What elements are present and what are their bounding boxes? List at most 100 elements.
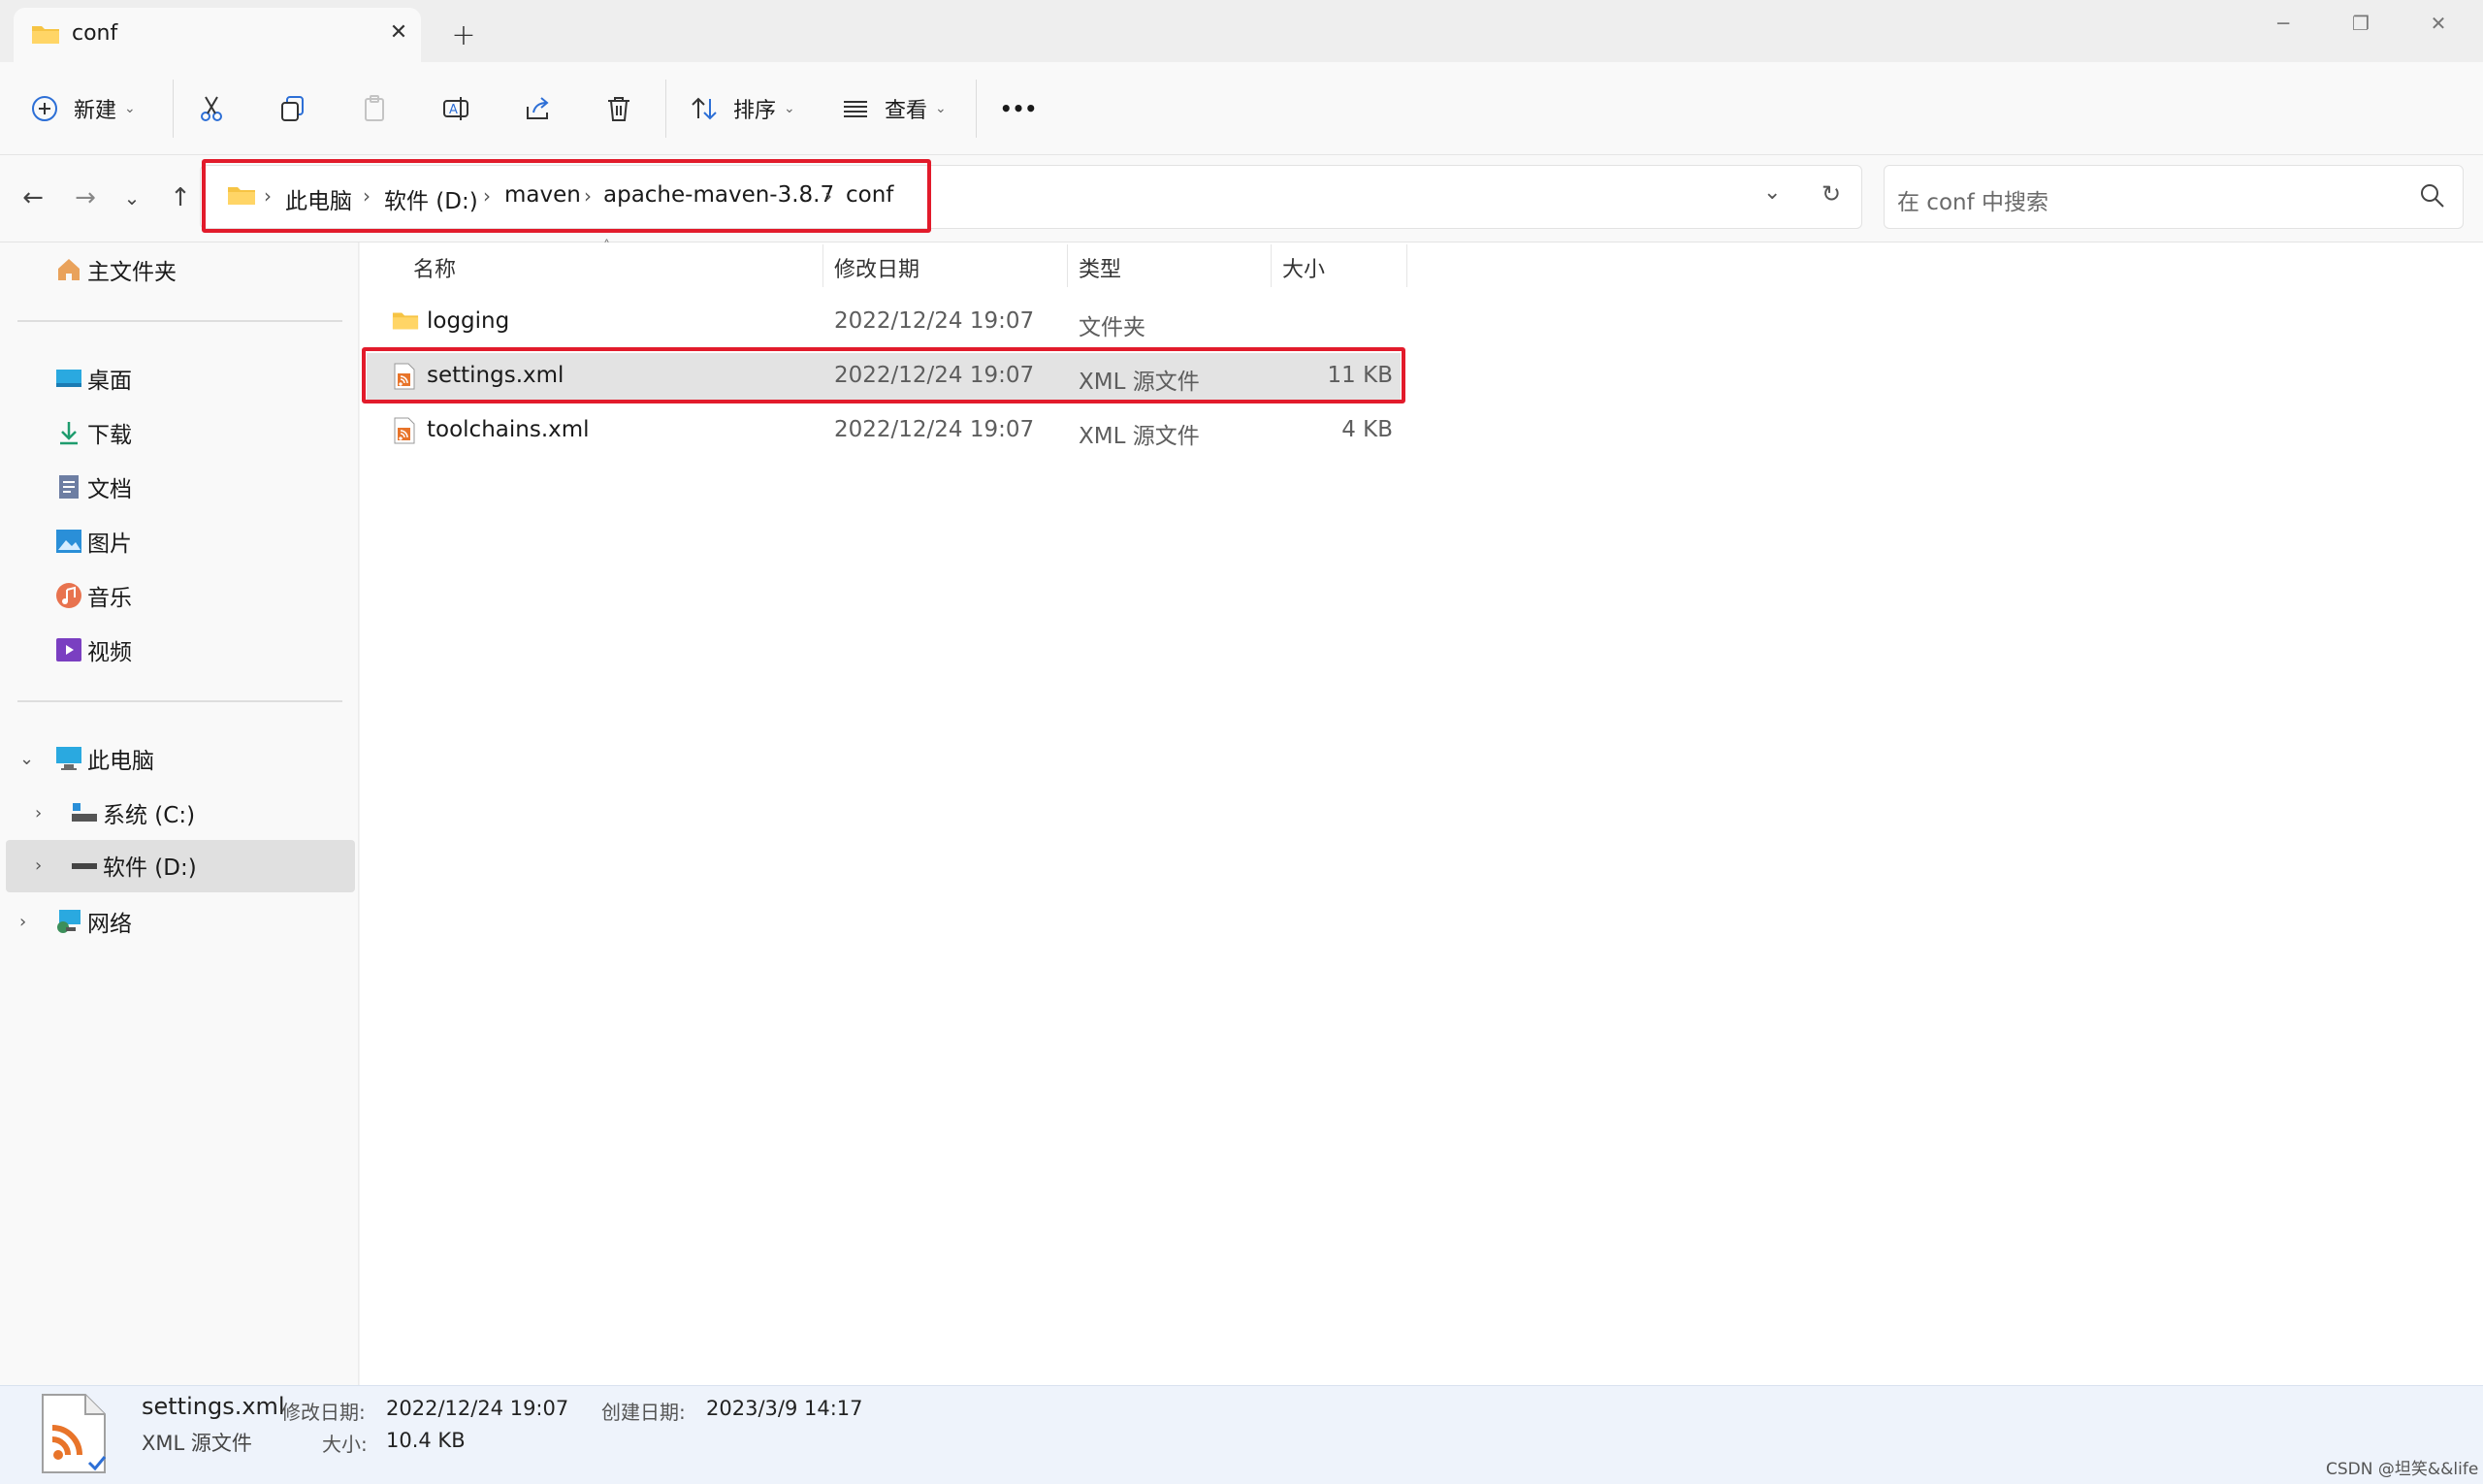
back-button[interactable]: ← [14, 178, 52, 217]
search-icon[interactable] [2419, 182, 2446, 210]
file-name[interactable]: logging [427, 308, 509, 334]
details-size-label: 大小: [322, 1433, 368, 1456]
column-header-modified[interactable]: 修改日期 [834, 252, 919, 283]
chevron-right-icon[interactable]: › [19, 912, 54, 932]
file-size: 4 KB [1341, 417, 1393, 442]
file-type: XML 源文件 [1079, 424, 1200, 449]
sidebar-item-label: 音乐 [87, 586, 132, 611]
sidebar-item-music[interactable]: 音乐 📌 [54, 572, 403, 619]
sidebar-item-network[interactable]: › 网络 [19, 898, 132, 945]
search-input[interactable]: 在 conf 中搜索 [1897, 183, 2048, 216]
arrow-left-icon: ← [22, 183, 44, 212]
refresh-icon[interactable]: ↻ [1822, 180, 1841, 208]
sort-button[interactable]: 排序 ⌄ [689, 89, 805, 128]
tab-conf[interactable]: conf ✕ [14, 8, 421, 62]
system-drive-icon [70, 798, 99, 827]
column-header-type[interactable]: 类型 [1079, 252, 1121, 283]
home-icon [54, 255, 83, 284]
toolbar-divider [173, 80, 174, 138]
desktop-icon [54, 364, 83, 393]
file-name[interactable]: toolchains.xml [427, 417, 590, 442]
arrow-right-icon: → [75, 183, 96, 212]
new-label: 新建 [74, 99, 117, 123]
recent-locations-button[interactable]: ⌄ [113, 178, 151, 217]
column-divider[interactable] [1067, 244, 1068, 287]
delete-button[interactable] [599, 89, 638, 128]
xml-file-large-icon [42, 1394, 107, 1473]
sidebar-item-label: 视频 [87, 640, 132, 665]
sidebar-item-label: 桌面 [87, 369, 132, 394]
chevron-right-icon[interactable]: › [35, 803, 70, 823]
chevron-down-icon: ⌄ [935, 101, 947, 116]
network-icon [54, 907, 83, 936]
sidebar-item-drive-d[interactable]: › 软件 (D:) [35, 842, 197, 888]
xml-file-icon [394, 417, 415, 444]
details-bar [0, 1385, 2483, 1484]
sidebar-item-label: 软件 (D:) [103, 855, 197, 881]
picture-icon [54, 527, 83, 556]
watermark: CSDN @坦笑&&life [2326, 1460, 2479, 1479]
sidebar-item-this-pc[interactable]: ⌄ 此电脑 [19, 735, 154, 782]
sidebar-item-documents[interactable]: 文档 📌 [54, 464, 403, 510]
sidebar-item-pictures[interactable]: 图片 📌 [54, 518, 403, 565]
file-modified: 2022/12/24 19:07 [834, 417, 1035, 442]
sort-icon [692, 97, 717, 120]
cut-button[interactable] [192, 89, 231, 128]
tab-close-icon[interactable]: ✕ [384, 17, 413, 47]
chevron-down-icon[interactable]: ⌄ [19, 749, 54, 769]
new-button[interactable]: 新建 ⌄ [29, 89, 155, 128]
restore-button[interactable]: ❐ [2332, 4, 2390, 43]
column-header-size[interactable]: 大小 [1282, 252, 1325, 283]
sidebar-divider [17, 700, 342, 702]
sidebar-item-desktop[interactable]: 桌面 📌 [54, 355, 403, 402]
folder-icon [392, 312, 419, 330]
tab-title: conf [72, 21, 118, 46]
share-icon [527, 97, 549, 119]
trash-icon [608, 97, 629, 121]
rename-icon: A [443, 97, 468, 120]
column-divider[interactable] [822, 244, 823, 287]
clipboard-icon [365, 95, 384, 121]
file-modified: 2022/12/24 19:07 [834, 308, 1035, 334]
rename-button[interactable]: A [436, 89, 475, 128]
chevron-right-icon[interactable]: › [35, 855, 70, 876]
view-button[interactable]: 查看 ⌄ [840, 89, 956, 128]
column-header-name[interactable]: 名称 [413, 252, 456, 283]
details-type: XML 源文件 [142, 1432, 252, 1455]
forward-button[interactable]: → [66, 178, 105, 217]
sidebar-item-label: 此电脑 [87, 749, 154, 774]
address-history-dropdown[interactable]: ⌄ [1763, 180, 1781, 205]
up-button[interactable]: ↑ [161, 178, 200, 217]
share-button[interactable] [518, 89, 557, 128]
row-highlight-box [362, 347, 1405, 403]
scissors-icon [201, 96, 222, 121]
sidebar-item-label: 主文件夹 [87, 260, 177, 285]
sidebar-item-label: 下载 [87, 423, 132, 448]
details-modified-value: 2022/12/24 19:07 [386, 1397, 569, 1420]
file-type: 文件夹 [1079, 315, 1145, 340]
sidebar-item-label: 网络 [87, 912, 132, 937]
computer-icon [54, 744, 83, 773]
chevron-down-icon: ⌄ [124, 101, 136, 116]
sidebar-item-home[interactable]: 主文件夹 [54, 246, 177, 293]
minimize-button[interactable]: ─ [2254, 4, 2312, 43]
close-window-button[interactable]: ✕ [2409, 4, 2467, 43]
copy-button[interactable] [274, 89, 312, 128]
column-divider[interactable] [1271, 244, 1272, 287]
svg-text:A: A [449, 103, 458, 117]
column-divider[interactable] [1406, 244, 1407, 287]
sidebar-item-downloads[interactable]: 下载 📌 [54, 409, 403, 456]
new-tab-button[interactable]: + [446, 17, 481, 52]
sidebar-item-label: 文档 [87, 477, 132, 502]
sidebar-item-drive-c[interactable]: › 系统 (C:) [35, 790, 195, 836]
drive-icon [70, 851, 99, 880]
sidebar-item-videos[interactable]: 视频 📌 [54, 627, 403, 673]
chevron-down-icon: ⌄ [784, 101, 795, 116]
download-icon [54, 418, 83, 447]
paste-button[interactable] [355, 89, 394, 128]
details-created-label: 创建日期: [601, 1401, 686, 1424]
more-options-button[interactable]: ••• [999, 93, 1038, 124]
plus-circle-icon [32, 96, 57, 121]
chevron-down-icon: ⌄ [123, 186, 141, 210]
video-icon [54, 635, 83, 664]
